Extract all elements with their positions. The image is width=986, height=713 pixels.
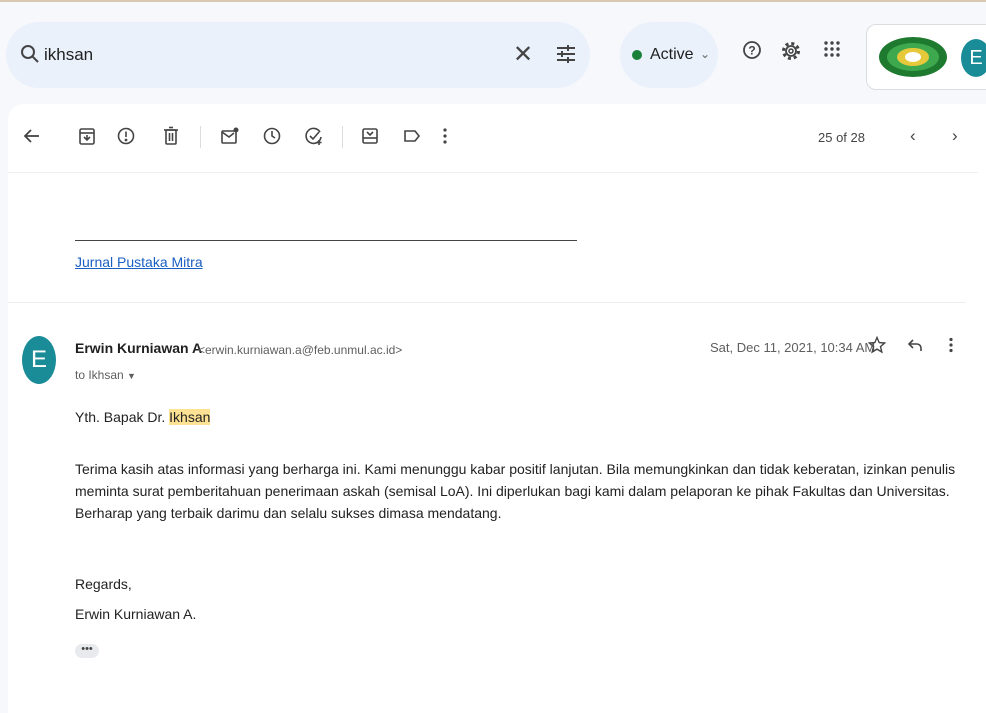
recipient-line[interactable]: to Ikhsan ▼ [75,368,136,382]
report-spam-icon[interactable] [116,126,136,151]
show-trimmed-content-button[interactable]: ••• [75,644,99,658]
organization-logo-icon [877,35,949,84]
status-label: Active [650,46,694,63]
email-view-panel: 25 of 28 ‹ › Jurnal Pustaka Mitra E Erwi… [8,104,986,713]
search-highlight: Ikhsan [169,409,211,425]
back-arrow-icon[interactable] [22,126,42,151]
signature-separator [75,240,577,241]
gear-icon[interactable] [780,40,802,67]
message-more-vertical-icon[interactable] [948,336,954,359]
snooze-clock-icon[interactable] [262,126,282,151]
pagination-label: 25 of 28 [818,130,865,145]
apps-grid-icon[interactable] [823,40,841,63]
recipient-text: to Ikhsan [75,368,124,382]
signature-name: Erwin Kurniawan A. [75,606,197,622]
add-to-tasks-icon[interactable] [304,126,324,151]
more-vertical-icon[interactable] [442,126,448,151]
help-icon[interactable]: ? [742,40,762,65]
signature-link[interactable]: Jurnal Pustaka Mitra [75,254,203,270]
chevron-down-icon: ⌄ [700,47,711,61]
greeting-prefix: Yth. Bapak Dr. [75,409,166,425]
message-body: Terima kasih atas informasi yang berharg… [75,461,956,521]
clear-search-icon[interactable]: ✕ [510,42,536,68]
move-to-icon[interactable] [360,126,380,151]
active-status-dot [632,50,642,60]
search-bar[interactable]: ✕ [6,22,590,88]
status-selector[interactable]: Active ⌄ [620,22,718,88]
search-options-icon[interactable] [554,42,578,71]
sender-avatar[interactable]: E [22,336,56,384]
message-date: Sat, Dec 11, 2021, 10:34 AM [710,340,876,355]
recipient-details-caret-icon[interactable]: ▼ [127,371,136,381]
account-area[interactable]: E [866,24,986,90]
toolbar-divider [200,126,201,148]
older-chevron-icon[interactable]: › [952,126,958,146]
newer-chevron-icon[interactable]: ‹ [910,126,916,146]
top-accent-line [0,0,986,2]
delete-icon[interactable] [162,126,180,151]
svg-text:?: ? [748,44,755,58]
sender-name[interactable]: Erwin Kurniawan A [75,340,202,356]
search-icon[interactable] [20,44,40,69]
account-avatar[interactable]: E [961,39,986,77]
star-icon[interactable] [867,335,887,359]
archive-icon[interactable] [78,126,96,151]
toolbar-divider-line [8,172,978,173]
closing: Regards, [75,576,132,592]
greeting: Yth. Bapak Dr. Ikhsan [75,409,211,425]
reply-icon[interactable] [906,336,924,359]
sender-email: <erwin.kurniawan.a@feb.unmul.ac.id> [198,343,403,357]
toolbar-divider [342,126,343,148]
message-divider [8,302,966,303]
search-input[interactable] [44,41,484,69]
mark-unread-icon[interactable] [220,126,240,151]
label-icon[interactable] [402,126,422,151]
